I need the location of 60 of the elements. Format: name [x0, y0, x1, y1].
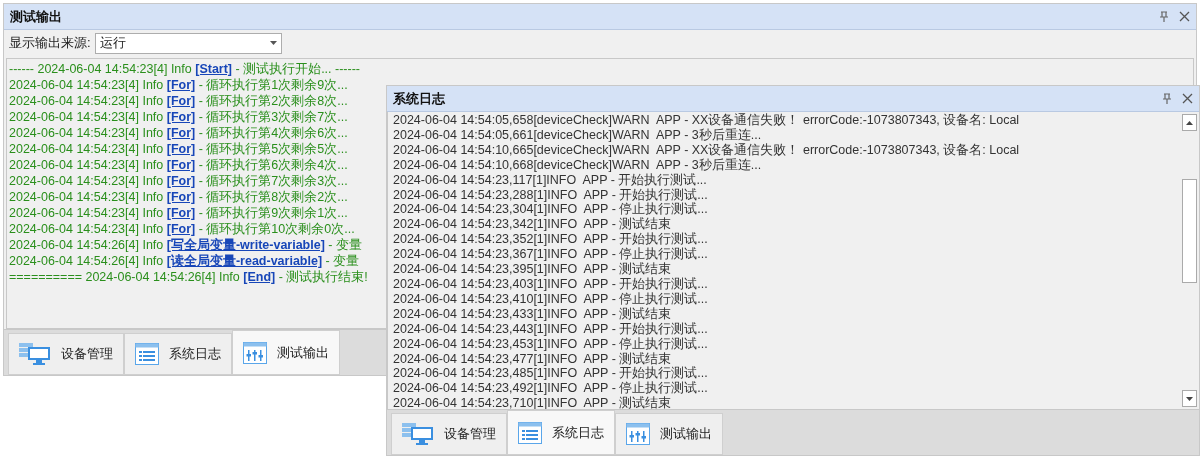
pin-icon[interactable]: [1162, 92, 1172, 105]
log-link[interactable]: [For]: [166, 190, 196, 204]
list-window-icon: [135, 343, 159, 365]
panel-tab[interactable]: 系统日志: [124, 333, 232, 375]
source-dropdown[interactable]: 运行: [94, 32, 282, 54]
log-line: 2024-06-04 14:54:23,288[1]INFO APP - 开始执行测试...: [393, 187, 709, 202]
log-link[interactable]: [写全局变量-write-variable]: [166, 238, 325, 252]
log-link[interactable]: [For]: [166, 94, 196, 108]
log-line: 2024-06-04 14:54:05,661[deviceCheck]WARN APP - 3秒后重连...: [393, 127, 763, 143]
log-line: 2024-06-04 14:54:23,443[1]INFO APP - 开始执行测试...: [393, 321, 709, 337]
log-line: ------ 2024-06-04 14:54:23[4] Info [Start] - 测试执行开始... ------: [9, 61, 361, 77]
log-line: 2024-06-04 14:54:23,485[1]INFO APP - 开始执行测试...: [393, 366, 709, 381]
log-link[interactable]: [For]: [166, 222, 196, 236]
panel-tab[interactable]: 系统日志: [507, 410, 615, 455]
scroll-thumb[interactable]: [1182, 179, 1197, 283]
panel-tab[interactable]: 测试输出: [232, 330, 340, 375]
log-line: 2024-06-04 14:54:10,665[deviceCheck]WARN APP - XX设备通信失败！ errorCode:-1073807343, 设备名: Local: [393, 142, 1021, 158]
log-line: 2024-06-04 14:54:23,410[1]INFO APP - 停止执行测试...: [393, 291, 709, 307]
log-link[interactable]: [For]: [166, 158, 196, 172]
log-line: 2024-06-04 14:54:23,710[1]INFO APP - 测试结束: [393, 396, 673, 409]
sliders-icon: [626, 423, 650, 445]
sliders-icon: [243, 341, 267, 364]
log-line: 2024-06-04 14:54:23,433[1]INFO APP - 测试结束: [393, 306, 673, 322]
log-link[interactable]: [Start]: [195, 62, 233, 76]
monitor-icon: [19, 343, 51, 365]
log-line: 2024-06-04 14:54:23,304[1]INFO APP - 停止执行测试...: [393, 202, 709, 217]
panel-tab[interactable]: 测试输出: [615, 413, 723, 455]
log-line: 2024-06-04 14:54:23,395[1]INFO APP - 测试结束: [393, 262, 673, 277]
dropdown-arrow-icon: [269, 41, 277, 45]
log-link[interactable]: [For]: [166, 78, 196, 92]
log-line: 2024-06-04 14:54:23,117[1]INFO APP - 开始执行测试...: [393, 172, 708, 188]
log-link[interactable]: [For]: [166, 110, 196, 124]
log-line: 2024-06-04 14:54:23,403[1]INFO APP - 开始执行测试...: [393, 276, 709, 292]
log-link[interactable]: [For]: [166, 206, 196, 220]
panel-tab[interactable]: 设备管理: [391, 413, 507, 455]
log-line: 2024-06-04 14:54:23,367[1]INFO APP - 停止执行测试...: [393, 247, 709, 262]
panel-title: 测试输出: [10, 7, 62, 26]
panel-tab[interactable]: 设备管理: [8, 333, 124, 375]
log-line: 2024-06-04 14:54:23,492[1]INFO APP - 停止执行测试...: [393, 381, 709, 396]
close-icon[interactable]: [1182, 93, 1193, 104]
source-label: 显示输出来源:: [9, 34, 91, 53]
log-link[interactable]: [For]: [166, 142, 196, 156]
log-line: 2024-06-04 14:54:23,477[1]INFO APP - 测试结束: [393, 351, 673, 366]
log-link[interactable]: [For]: [166, 126, 196, 140]
log-line: 2024-06-04 14:54:23,342[1]INFO APP - 测试结束: [393, 217, 673, 232]
scroll-down-icon[interactable]: [1186, 396, 1193, 401]
list-window-icon: [518, 421, 542, 444]
log-link[interactable]: [读全局变量-read-variable]: [166, 254, 323, 268]
pin-icon[interactable]: [1159, 10, 1169, 23]
log-line: 2024-06-04 14:54:05,658[deviceCheck]WARN APP - XX设备通信失败！ errorCode:-1073807343, 设备名: Local: [393, 113, 1021, 128]
log-line: 2024-06-04 14:54:23,352[1]INFO APP - 开始执行测试...: [393, 232, 709, 247]
close-icon[interactable]: [1179, 11, 1190, 22]
log-link[interactable]: [For]: [166, 174, 196, 188]
scrollbar[interactable]: [1181, 112, 1199, 409]
log-link[interactable]: [End]: [243, 270, 276, 284]
log-line: 2024-06-04 14:54:10,668[deviceCheck]WARN APP - 3秒后重连...: [393, 157, 763, 173]
log-line: 2024-06-04 14:54:23,453[1]INFO APP - 停止执行测试...: [393, 336, 709, 352]
panel-title: 系统日志: [393, 89, 445, 108]
monitor-icon: [402, 423, 434, 445]
scroll-up-icon[interactable]: [1186, 120, 1193, 125]
